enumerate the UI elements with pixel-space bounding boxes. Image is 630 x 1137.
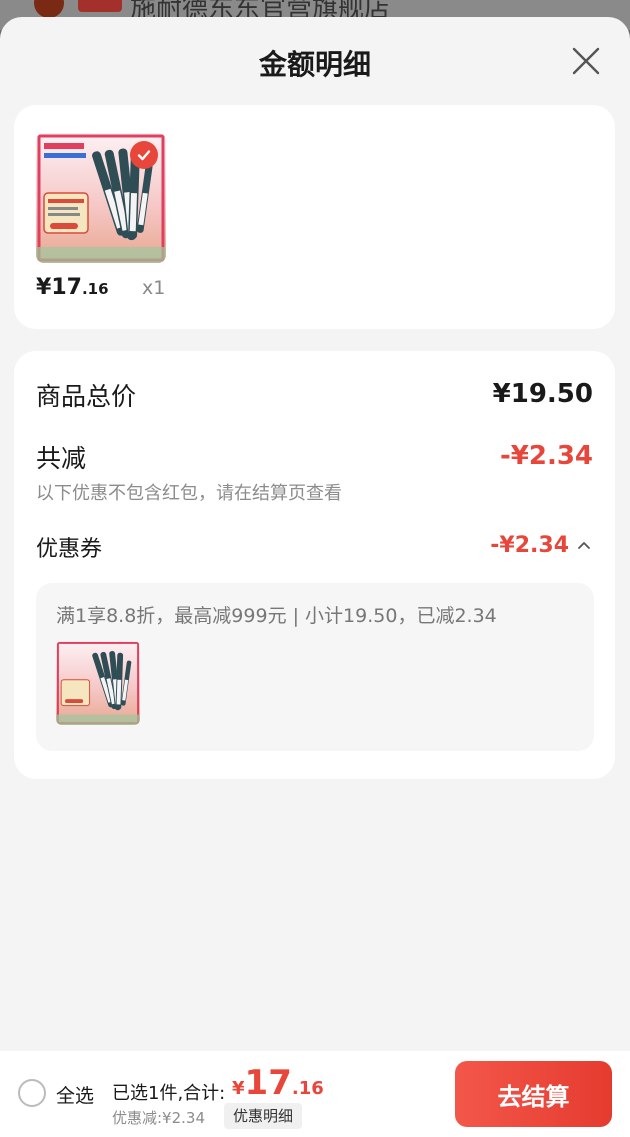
product-card: ¥17.16 x1 bbox=[14, 105, 615, 329]
total-price-currency: ¥ bbox=[232, 1078, 245, 1099]
select-all-label[interactable]: 全选 bbox=[56, 1081, 94, 1108]
selected-check-badge bbox=[130, 141, 158, 169]
total-price-integer: 17 bbox=[244, 1063, 292, 1103]
discount-detail-button[interactable]: 优惠明细 bbox=[224, 1103, 303, 1129]
coupon-product-photo bbox=[56, 641, 140, 725]
product-price-integer: 17 bbox=[51, 275, 82, 300]
product-price: ¥17.16 bbox=[36, 275, 109, 300]
total-price-decimal: .16 bbox=[291, 1078, 324, 1099]
coupon-detail-panel: 满1享8.8折，最高减999元 | 小计19.50，已减2.34 bbox=[36, 583, 594, 751]
coupon-label: 优惠券 bbox=[36, 537, 103, 562]
amount-detail-sheet: 金额明细 ¥17.16 x1 商品总价 ¥19.50 共减 -¥2.34 以下优… bbox=[0, 17, 630, 1137]
total-price: ¥17.16 bbox=[232, 1063, 324, 1103]
price-summary-card: 商品总价 ¥19.50 共减 -¥2.34 以下优惠不包含红包，请在结算页查看 … bbox=[14, 351, 615, 779]
selected-count-text: 已选1件,合计: bbox=[112, 1083, 226, 1104]
product-image[interactable] bbox=[36, 133, 166, 263]
coupon-product-thumbnail bbox=[56, 641, 140, 725]
coupon-value[interactable]: -¥2.34 bbox=[490, 533, 569, 558]
subtotal-value: ¥19.50 bbox=[492, 379, 593, 409]
product-price-decimal: .16 bbox=[81, 280, 109, 298]
discount-note: 以下优惠不包含红包，请在结算页查看 bbox=[36, 483, 342, 504]
checkout-button[interactable]: 去结算 bbox=[455, 1061, 612, 1127]
sheet-title: 金额明细 bbox=[258, 48, 371, 81]
coupon-rule: 满1享8.8折，最高减999元 | 小计19.50，已减2.34 bbox=[56, 605, 497, 627]
checkout-bar: 全选 已选1件,合计: ¥17.16 优惠减:¥2.34 优惠明细 去结算 bbox=[0, 1051, 630, 1137]
shop-logo bbox=[34, 0, 64, 18]
close-button[interactable] bbox=[568, 43, 604, 79]
close-icon bbox=[572, 47, 600, 75]
check-icon bbox=[137, 150, 151, 161]
product-quantity: x1 bbox=[142, 277, 166, 299]
subtotal-label: 商品总价 bbox=[36, 382, 137, 411]
total-discount-label: 共减 bbox=[36, 444, 87, 473]
select-all-radio[interactable] bbox=[18, 1079, 46, 1107]
total-discount-value: -¥2.34 bbox=[499, 441, 593, 471]
chevron-up-icon[interactable] bbox=[575, 537, 593, 555]
product-price-currency: ¥ bbox=[36, 275, 52, 300]
saved-amount-text: 优惠减:¥2.34 bbox=[112, 1109, 205, 1127]
shop-badge bbox=[78, 0, 122, 12]
